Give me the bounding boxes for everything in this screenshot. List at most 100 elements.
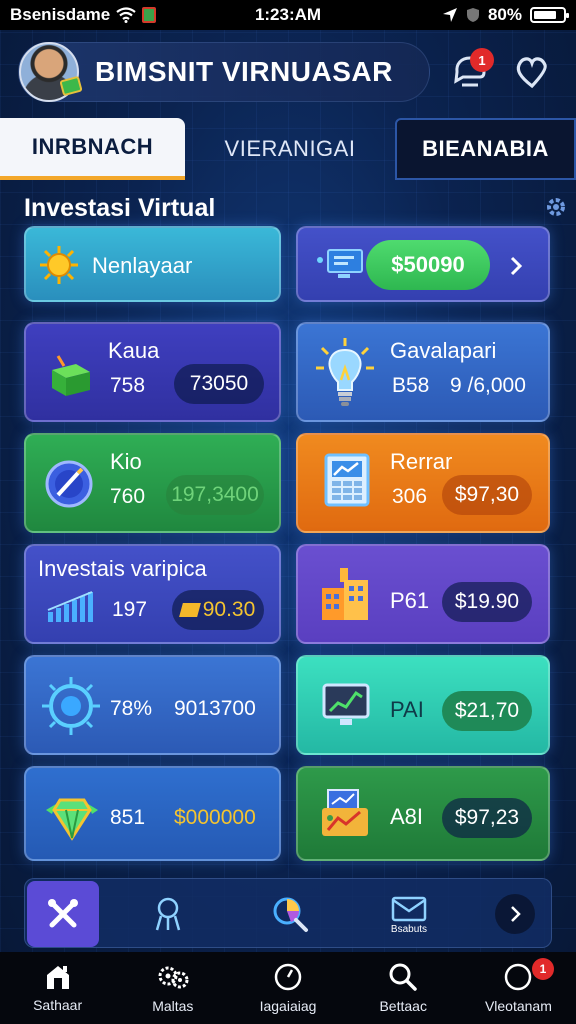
- investment-card-gem[interactable]: 851 $000000: [24, 766, 281, 861]
- card-number: 306: [392, 485, 428, 508]
- notification-button[interactable]: 1: [444, 46, 496, 98]
- notification-badge: 1: [470, 48, 494, 72]
- cube-box-icon: [52, 355, 90, 396]
- investment-card-portfolio[interactable]: Investais varipica 197 90.30: [24, 544, 281, 644]
- card-label: Kaua: [108, 338, 160, 363]
- card-label: P61: [390, 588, 430, 613]
- card-value-pill: 197,3400: [166, 475, 264, 515]
- gauge-icon: [274, 963, 302, 991]
- nav-item-home[interactable]: Sathaar: [0, 952, 115, 1024]
- card-label: Investais varipica: [38, 556, 207, 581]
- card-label: A8I: [390, 804, 424, 829]
- tab-bar: INRBNACH VIERANIGAI BIEANABIA: [0, 118, 576, 180]
- status-bar: Bsenisdame 1:23:AM 80%: [0, 0, 576, 30]
- card-value: 73050: [189, 372, 249, 395]
- status-time: 1:23:AM: [254, 5, 322, 24]
- investment-card-p61[interactable]: P61 $19.90: [296, 544, 550, 644]
- compass-pen-icon: [45, 460, 93, 508]
- card-value: $000000: [174, 806, 256, 829]
- search-icon: [389, 963, 417, 991]
- quick-action-bar: Bsabuts: [24, 878, 552, 948]
- card-value-pill: 90.30: [172, 590, 264, 630]
- nav-label-gauge: Iagaiaiag: [259, 998, 317, 1014]
- home-icon: [46, 966, 69, 989]
- bar-chart-icon: [47, 591, 93, 622]
- investment-card-rerrar[interactable]: Rerrar 306 $97,30: [296, 433, 550, 533]
- investment-card-nenlayaar[interactable]: Nenlayaar: [24, 226, 281, 302]
- nav-item-search[interactable]: Bettaac: [346, 952, 461, 1024]
- investment-card-amount[interactable]: $50090: [296, 226, 550, 302]
- card-value: 90.30: [202, 598, 256, 621]
- card-value: $19.90: [454, 590, 520, 613]
- card-number: 758: [110, 374, 146, 397]
- messages-button[interactable]: Bsabuts: [379, 889, 439, 941]
- nav-item-gauge[interactable]: Iagaiaiag: [230, 952, 345, 1024]
- card-number: 760: [110, 485, 146, 508]
- lightbulb-icon: [316, 338, 374, 406]
- coin-icon: [178, 603, 201, 617]
- robot-button[interactable]: [143, 893, 193, 935]
- card-value: 9013700: [174, 697, 256, 720]
- card-value: $97,23: [454, 806, 520, 829]
- chevron-right-icon: [511, 906, 521, 922]
- nav-label-maltas: Maltas: [152, 998, 194, 1014]
- app-header: BIMSNIT VIRNUASAR 1: [18, 40, 558, 104]
- investment-card-pai[interactable]: PAI $21,70: [296, 655, 550, 755]
- search-analytics-button[interactable]: [265, 891, 315, 937]
- sun-icon: [40, 246, 78, 284]
- target-gear-icon: [42, 677, 100, 735]
- card-label: PAI: [390, 697, 424, 722]
- amount-value: $50090: [391, 252, 465, 277]
- nav-label-home: Sathaar: [33, 997, 83, 1013]
- monitor-chart-icon: [322, 683, 370, 725]
- nav-item-profile[interactable]: 1 Vleotanam: [461, 952, 576, 1024]
- tools-button[interactable]: [27, 881, 99, 947]
- investment-card-kaua[interactable]: Kaua 758 73050: [24, 322, 281, 422]
- investment-card-gavalapari[interactable]: Gavalapari B58 9 /6,000: [296, 322, 550, 422]
- mail-icon: [391, 896, 427, 921]
- wallet-chart-icon: [322, 789, 368, 836]
- messages-caption: Bsabuts: [390, 923, 428, 935]
- magnifier-chart-icon: [273, 897, 308, 932]
- tab-inrbnach[interactable]: INRBNACH: [0, 118, 185, 180]
- profile-icon: [505, 963, 532, 991]
- card-number: 851: [110, 806, 146, 829]
- card-value-pill: 73050: [174, 364, 264, 404]
- card-value-pill: $97,23: [442, 798, 532, 838]
- profile-pill[interactable]: BIMSNIT VIRNUASAR: [18, 42, 430, 102]
- tools-icon: [48, 899, 78, 928]
- investment-card-a8i[interactable]: A8I $97,23: [296, 766, 550, 861]
- card-number: 197: [112, 598, 148, 621]
- section-title: Investasi Virtual: [24, 194, 216, 222]
- card-number: 78%: [110, 697, 153, 720]
- tab-bieanabia[interactable]: BIEANABIA: [395, 118, 576, 180]
- card-label: Kio: [110, 449, 142, 474]
- nav-item-maltas[interactable]: Maltas: [115, 952, 230, 1024]
- carrier-label: Bsenisdame: [10, 5, 111, 24]
- app-notification-icon: [142, 7, 157, 23]
- robot-icon: [155, 897, 181, 931]
- wifi-icon: [116, 7, 136, 23]
- investment-card-kio[interactable]: Kio 760 197,3400: [24, 433, 281, 533]
- bottom-navigation: Sathaar Maltas Iagaiaiag Bettaac 1 Vleot…: [0, 952, 576, 1024]
- investment-card-gear[interactable]: 78% 9013700: [24, 655, 281, 755]
- building-icon: [322, 568, 368, 620]
- location-arrow-icon: [442, 8, 457, 22]
- nav-label-search: Bettaac: [379, 998, 427, 1014]
- shield-icon: [466, 8, 479, 22]
- settings-icon[interactable]: [544, 195, 568, 219]
- chevron-right-icon[interactable]: [506, 254, 526, 278]
- card-value-pill: $97,30: [442, 475, 532, 515]
- nav-badge: 1: [532, 958, 555, 980]
- quick-bar-next-button[interactable]: [495, 894, 535, 934]
- computer-icon: [317, 249, 363, 278]
- favorites-button[interactable]: [506, 46, 558, 98]
- avatar[interactable]: [19, 42, 83, 102]
- card-label: Rerrar: [390, 449, 453, 474]
- card-label: Nenlayaar: [92, 253, 193, 278]
- app-title: BIMSNIT VIRNUASAR: [95, 56, 393, 87]
- battery-percent: 80%: [487, 5, 522, 24]
- gears-icon: [158, 966, 189, 989]
- tab-vieranigai[interactable]: VIERANIGAI: [185, 118, 395, 180]
- card-value: $97,30: [454, 483, 520, 506]
